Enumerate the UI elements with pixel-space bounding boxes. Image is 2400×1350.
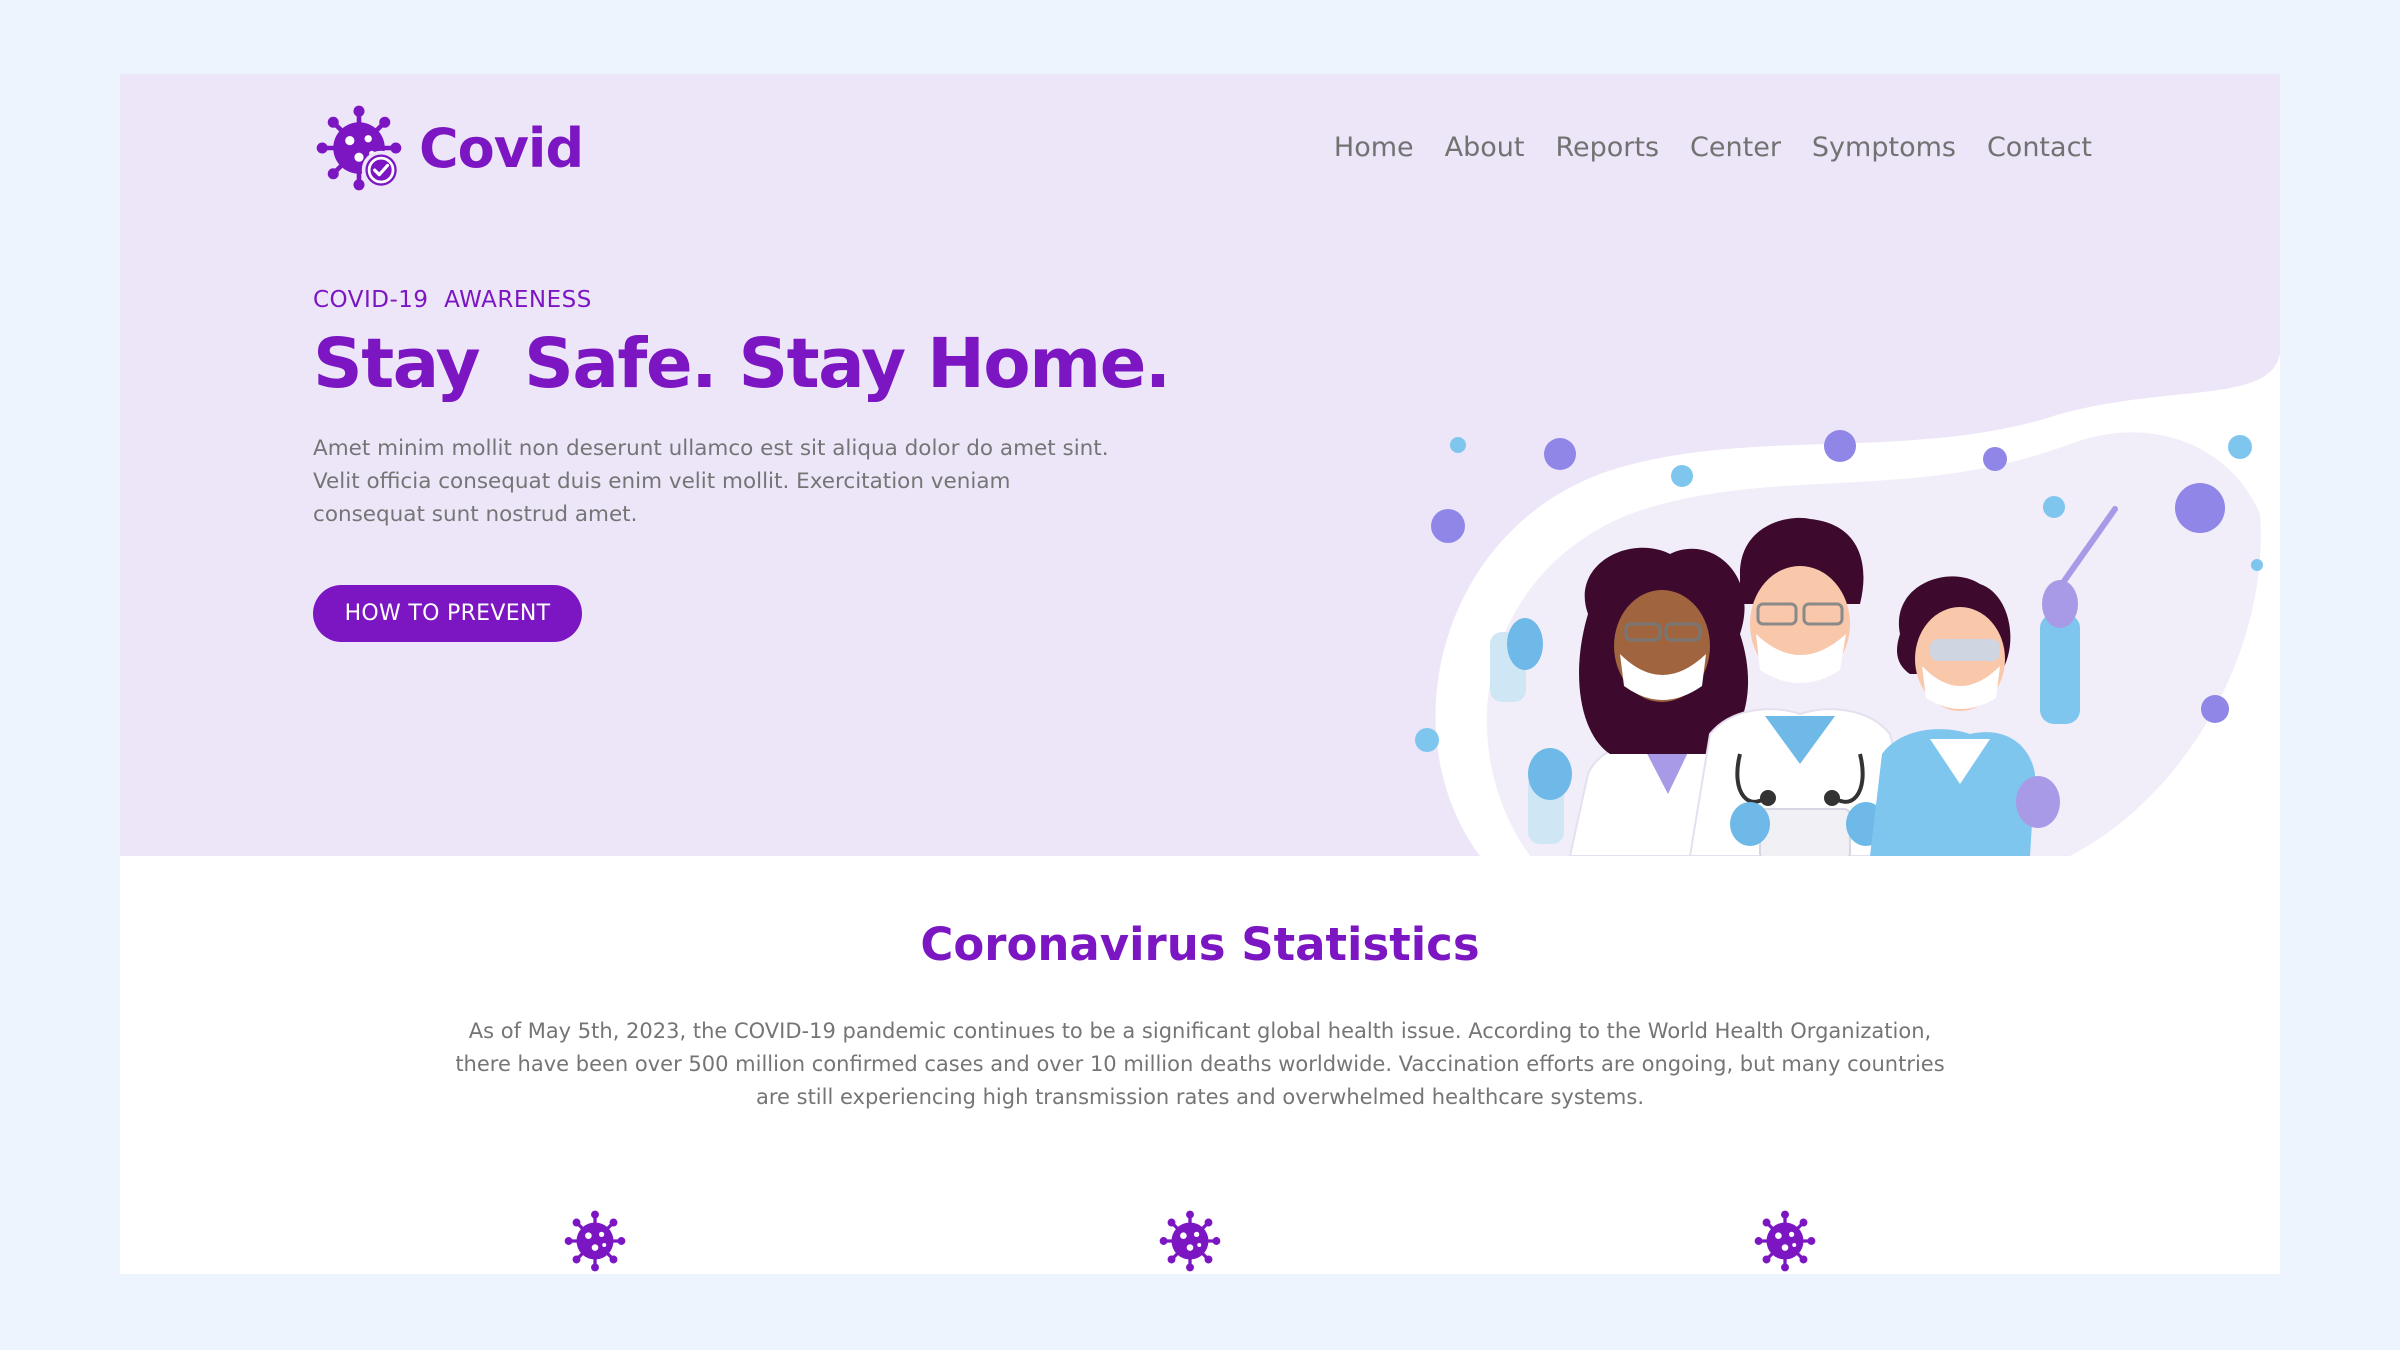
nav-about[interactable]: About <box>1445 132 1525 163</box>
main-nav: Home About Reports Center Symptoms Conta… <box>1334 132 2092 163</box>
virus-check-icon <box>313 102 405 194</box>
stats-title: Coronavirus Statistics <box>920 918 1480 971</box>
nav-contact[interactable]: Contact <box>1987 132 2092 163</box>
how-to-prevent-button[interactable]: HOW TO PREVENT <box>313 585 582 642</box>
virus-icon <box>562 1208 628 1274</box>
hero-title: Stay Safe. Stay Home. <box>313 324 1171 404</box>
nav-reports[interactable]: Reports <box>1555 132 1659 163</box>
page-frame: Covid Home About Reports Center Symptoms… <box>120 74 2280 1274</box>
virus-icon <box>1752 1208 1818 1274</box>
hero-description: Amet minim mollit non deserunt ullamco e… <box>313 436 1109 527</box>
doctors-illustration <box>1415 354 2280 856</box>
hero-section: Covid Home About Reports Center Symptoms… <box>120 74 2280 856</box>
nav-symptoms[interactable]: Symptoms <box>1812 132 1956 163</box>
nav-center[interactable]: Center <box>1690 132 1781 163</box>
brand-name: Covid <box>419 116 584 180</box>
stats-description: As of May 5th, 2023, the COVID-19 pandem… <box>455 1019 1945 1109</box>
nav-home[interactable]: Home <box>1334 132 1414 163</box>
hero-eyebrow: COVID-19 AWARENESS <box>313 287 592 313</box>
virus-icon <box>1157 1208 1223 1274</box>
brand-logo[interactable]: Covid <box>313 102 584 194</box>
